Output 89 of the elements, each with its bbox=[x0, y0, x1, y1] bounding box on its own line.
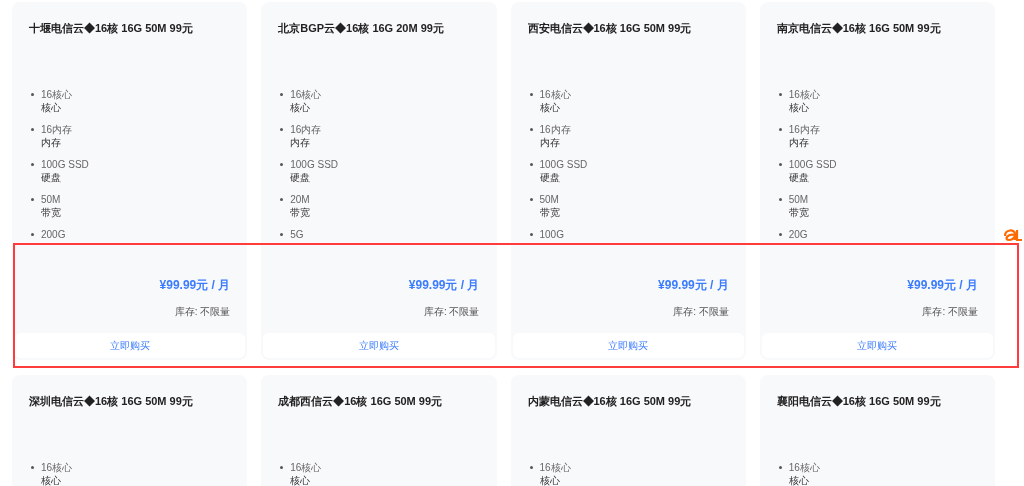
spec-value: 100G bbox=[539, 228, 564, 241]
spec-label: 硬盘 bbox=[41, 171, 62, 184]
spec-label: 内存 bbox=[539, 136, 561, 149]
spec-value: 16核心 bbox=[290, 461, 322, 474]
bullet-icon bbox=[280, 466, 284, 469]
bullet-icon bbox=[529, 198, 533, 201]
bullet-icon bbox=[31, 233, 34, 236]
product-title: 南京电信云◆16核 16G 50M 99元 bbox=[776, 22, 941, 34]
spec-label: 核心 bbox=[290, 101, 312, 114]
spec-label: 硬盘 bbox=[290, 171, 312, 184]
bullet-icon bbox=[778, 163, 782, 166]
spec-label: 带宽 bbox=[41, 206, 61, 219]
bullet-icon bbox=[778, 233, 782, 236]
bullet-icon bbox=[529, 163, 533, 166]
spec-label: 内存 bbox=[788, 136, 810, 149]
price: ¥99.99元 / 月 bbox=[159, 277, 231, 294]
spec-label: 硬盘 bbox=[788, 171, 810, 184]
stock-text: 库存: 不限量 bbox=[174, 305, 231, 319]
price: ¥99.99元 / 月 bbox=[907, 277, 978, 294]
spec-value: 20G bbox=[788, 228, 808, 241]
spec-value: 16内存 bbox=[788, 123, 820, 136]
spec-value: 100G SSD bbox=[539, 158, 588, 171]
price: ¥99.99元 / 月 bbox=[658, 277, 729, 294]
spec-label: 带宽 bbox=[539, 206, 560, 219]
spec-value: 5G bbox=[290, 228, 304, 241]
buy-button[interactable]: 立即购买 bbox=[263, 333, 495, 358]
spec-value: 100G SSD bbox=[290, 158, 339, 171]
stock-text: 库存: 不限量 bbox=[673, 305, 729, 319]
bullet-icon bbox=[31, 198, 34, 201]
product-title: 深圳电信云◆16核 16G 50M 99元 bbox=[29, 395, 193, 407]
stock-text: 库存: 不限量 bbox=[423, 305, 480, 319]
price: ¥99.99元 / 月 bbox=[408, 277, 480, 294]
bullet-icon bbox=[280, 128, 284, 131]
spec-label: 核心 bbox=[788, 474, 810, 486]
product-title: 十堰电信云◆16核 16G 50M 99元 bbox=[29, 22, 193, 34]
spec-value: 16内存 bbox=[290, 123, 322, 136]
spec-value: 16内存 bbox=[539, 123, 571, 136]
spec-value: 16核心 bbox=[41, 461, 73, 474]
buy-button[interactable]: 立即购买 bbox=[14, 333, 246, 358]
spec-value: 200G bbox=[41, 228, 66, 241]
product-title: 西安电信云◆16核 16G 50M 99元 bbox=[527, 22, 692, 34]
bullet-icon bbox=[529, 233, 533, 236]
product-title: 北京BGP云◆16核 16G 20M 99元 bbox=[278, 22, 444, 34]
spec-value: 16核心 bbox=[290, 88, 322, 101]
bullet-icon bbox=[280, 233, 284, 236]
spec-value: 100G SSD bbox=[41, 158, 89, 171]
bullet-icon bbox=[280, 198, 284, 201]
spec-value: 50M bbox=[41, 193, 61, 206]
bullet-icon bbox=[529, 466, 533, 469]
spec-value: 16内存 bbox=[41, 123, 73, 136]
buy-button[interactable]: 立即购买 bbox=[512, 333, 744, 358]
spec-value: 50M bbox=[788, 193, 809, 206]
spec-label: 核心 bbox=[788, 101, 810, 114]
bullet-icon bbox=[280, 163, 284, 166]
buy-button[interactable]: 立即购买 bbox=[761, 333, 993, 358]
stock-text: 库存: 不限量 bbox=[922, 305, 978, 319]
spec-value: 16核心 bbox=[788, 461, 820, 474]
product-title: 成都西信云◆16核 16G 50M 99元 bbox=[278, 395, 443, 407]
logo-icon bbox=[1001, 226, 1023, 244]
spec-label: 核心 bbox=[539, 101, 561, 114]
bullet-icon bbox=[31, 466, 34, 469]
spec-value: 20M bbox=[290, 193, 311, 206]
spec-label: 带宽 bbox=[788, 206, 809, 219]
bullet-icon bbox=[31, 93, 34, 96]
bullet-icon bbox=[31, 163, 34, 166]
bullet-icon bbox=[529, 93, 533, 96]
spec-value: 16核心 bbox=[788, 88, 820, 101]
spec-value: 50M bbox=[539, 193, 560, 206]
spec-label: 核心 bbox=[539, 474, 561, 486]
bullet-icon bbox=[778, 93, 782, 96]
bullet-icon bbox=[778, 466, 782, 469]
spec-label: 核心 bbox=[41, 474, 62, 486]
spec-value: 16核心 bbox=[41, 88, 73, 101]
bullet-icon bbox=[529, 128, 533, 131]
spec-label: 内存 bbox=[41, 136, 62, 149]
spec-label: 核心 bbox=[290, 474, 312, 486]
bullet-icon bbox=[778, 128, 782, 131]
spec-value: 100G SSD bbox=[788, 158, 837, 171]
bullet-icon bbox=[280, 93, 284, 96]
spec-label: 内存 bbox=[290, 136, 312, 149]
bullet-icon bbox=[31, 128, 34, 131]
product-title: 内蒙电信云◆16核 16G 50M 99元 bbox=[527, 395, 692, 407]
spec-value: 16核心 bbox=[539, 88, 571, 101]
bullet-icon bbox=[778, 198, 782, 201]
spec-label: 核心 bbox=[41, 101, 62, 114]
spec-label: 带宽 bbox=[290, 206, 311, 219]
spec-label: 硬盘 bbox=[539, 171, 561, 184]
spec-value: 16核心 bbox=[539, 461, 571, 474]
product-title: 襄阳电信云◆16核 16G 50M 99元 bbox=[776, 395, 941, 407]
